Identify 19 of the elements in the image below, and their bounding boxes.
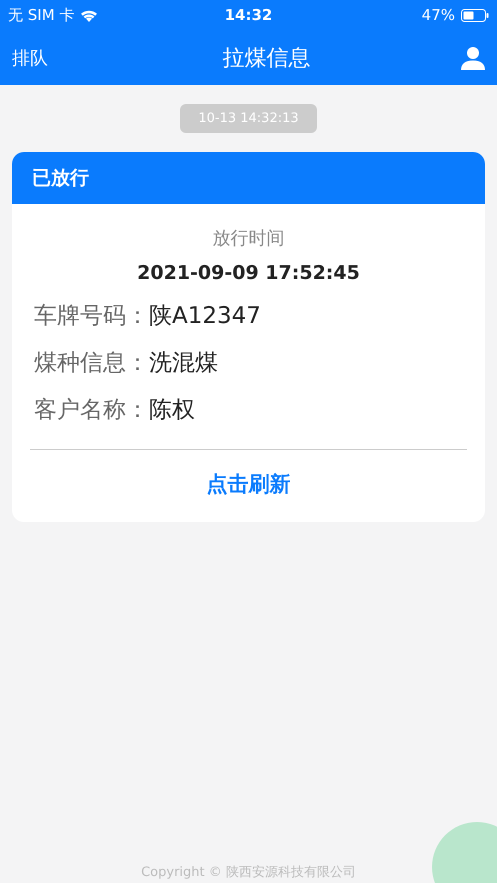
- status-header: 已放行: [12, 152, 485, 204]
- clock-text: 14:32: [224, 6, 272, 24]
- field-value: 洗混煤: [149, 349, 218, 378]
- field-value: 陈权: [149, 396, 195, 425]
- field-label: 煤种信息：: [34, 349, 149, 378]
- page-title: 拉煤信息: [222, 44, 310, 72]
- queue-link[interactable]: 排队: [12, 46, 72, 70]
- battery-percent: 47%: [422, 6, 455, 24]
- carrier-text: 无 SIM 卡: [8, 6, 74, 24]
- field-label: 客户名称：: [34, 396, 149, 425]
- user-icon[interactable]: [461, 46, 485, 70]
- release-time-value: 2021-09-09 17:52:45: [136, 262, 361, 284]
- field-value: 陕A12347: [149, 302, 261, 331]
- copyright-text: Copyright © 陕西安源科技有限公司: [140, 864, 357, 881]
- battery-icon: [461, 8, 489, 22]
- refresh-button[interactable]: 点击刷新: [206, 450, 290, 522]
- field-label: 车牌号码：: [34, 302, 149, 331]
- wifi-icon: [80, 8, 98, 22]
- release-time-label: 放行时间: [212, 227, 286, 250]
